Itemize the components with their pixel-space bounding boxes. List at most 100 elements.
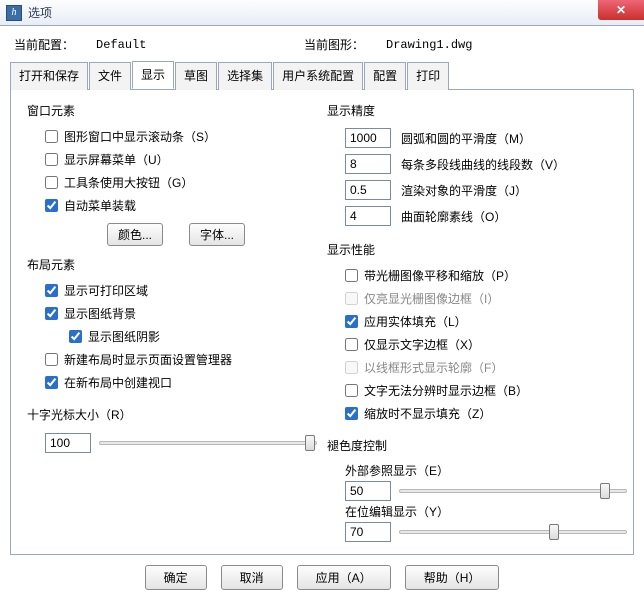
group-precision: 显示精度 bbox=[327, 102, 627, 119]
chk-paper-shadow[interactable]: 显示图纸阴影 bbox=[27, 325, 317, 348]
chk-hide-fill-zoom-box[interactable] bbox=[345, 407, 358, 420]
ok-button[interactable]: 确定 bbox=[145, 565, 207, 590]
chk-auto-menu[interactable]: 自动菜单装载 bbox=[27, 194, 317, 217]
slider-thumb[interactable] bbox=[600, 483, 610, 499]
chk-scrollbars-label: 图形窗口中显示滚动条（S） bbox=[64, 128, 216, 145]
chk-auto-menu-box[interactable] bbox=[45, 199, 58, 212]
current-drawing-value: Drawing1.dwg bbox=[386, 38, 472, 52]
polyline-segs-label: 每条多段线曲线的线段数（V） bbox=[401, 156, 565, 173]
tab-sketch[interactable]: 草图 bbox=[175, 62, 217, 90]
chk-scrollbars[interactable]: 图形窗口中显示滚动条（S） bbox=[27, 125, 317, 148]
group-crosshair: 十字光标大小（R） bbox=[27, 406, 317, 423]
tab-bar: 打开和保存 文件 显示 草图 选择集 用户系统配置 配置 打印 bbox=[10, 61, 634, 90]
chk-hide-fill-zoom[interactable]: 缩放时不显示填充（Z） bbox=[327, 402, 627, 425]
panel-display: 窗口元素 图形窗口中显示滚动条（S） 显示屏幕菜单（U） 工具条使用大按钮（G）… bbox=[10, 90, 634, 555]
xref-fade-input[interactable] bbox=[345, 481, 391, 501]
tab-print[interactable]: 打印 bbox=[407, 62, 449, 90]
chk-large-buttons[interactable]: 工具条使用大按钮（G） bbox=[27, 171, 317, 194]
chk-paper-bg[interactable]: 显示图纸背景 bbox=[27, 302, 317, 325]
help-button[interactable]: 帮助（H） bbox=[405, 565, 500, 590]
tab-selection[interactable]: 选择集 bbox=[218, 62, 272, 90]
slider-track bbox=[99, 441, 317, 445]
render-smooth-label: 渲染对象的平滑度（J） bbox=[401, 182, 527, 199]
titlebar: h 选项 ✕ bbox=[0, 0, 644, 26]
chk-text-frame-label: 仅显示文字边框（X） bbox=[364, 336, 480, 353]
window-title: 选项 bbox=[28, 4, 52, 21]
color-button[interactable]: 颜色... bbox=[107, 223, 163, 246]
current-drawing-label: 当前图形： bbox=[304, 36, 364, 53]
tab-file[interactable]: 文件 bbox=[89, 62, 131, 90]
group-performance: 显示性能 bbox=[327, 241, 627, 258]
surface-lines-input[interactable] bbox=[345, 206, 391, 226]
chk-scrollbars-box[interactable] bbox=[45, 130, 58, 143]
chk-wireframe-silhouette-label: 以线框形式显示轮廓（F） bbox=[364, 359, 503, 376]
arc-smooth-input[interactable] bbox=[345, 128, 391, 148]
font-button[interactable]: 字体... bbox=[189, 223, 245, 246]
chk-hide-fill-zoom-label: 缩放时不显示填充（Z） bbox=[364, 405, 491, 422]
chk-create-viewport[interactable]: 在新布局中创建视口 bbox=[27, 371, 317, 394]
config-row: 当前配置： Default 当前图形： Drawing1.dwg bbox=[10, 32, 634, 61]
chk-paper-bg-box[interactable] bbox=[45, 307, 58, 320]
tab-config[interactable]: 配置 bbox=[364, 62, 406, 90]
apply-button[interactable]: 应用（A） bbox=[297, 565, 391, 590]
chk-solid-fill[interactable]: 应用实体填充（L） bbox=[327, 310, 627, 333]
chk-screen-menu-box[interactable] bbox=[45, 153, 58, 166]
chk-create-viewport-label: 在新布局中创建视口 bbox=[64, 374, 172, 391]
chk-pan-zoom-raster-label: 带光栅图像平移和缩放（P） bbox=[364, 267, 516, 284]
chk-page-setup-mgr-box[interactable] bbox=[45, 353, 58, 366]
xref-fade-label: 外部参照显示（E） bbox=[345, 462, 627, 479]
slider-track bbox=[399, 530, 627, 534]
footer-buttons: 确定 取消 应用（A） 帮助（H） bbox=[10, 555, 634, 596]
xref-fade-slider[interactable] bbox=[399, 482, 627, 500]
chk-printable-area[interactable]: 显示可打印区域 bbox=[27, 279, 317, 302]
app-icon: h bbox=[6, 5, 22, 21]
inplace-fade-slider[interactable] bbox=[399, 523, 627, 541]
polyline-segs-input[interactable] bbox=[345, 154, 391, 174]
chk-paper-shadow-box[interactable] bbox=[69, 330, 82, 343]
close-icon: ✕ bbox=[616, 3, 626, 17]
slider-thumb[interactable] bbox=[549, 524, 559, 540]
chk-cant-resolve-text-box[interactable] bbox=[345, 384, 358, 397]
render-smooth-input[interactable] bbox=[345, 180, 391, 200]
chk-screen-menu[interactable]: 显示屏幕菜单（U） bbox=[27, 148, 317, 171]
chk-highlight-raster: 仅亮显光栅图像边框（I） bbox=[327, 287, 627, 310]
chk-highlight-raster-box bbox=[345, 292, 358, 305]
group-fade: 褪色度控制 bbox=[327, 437, 627, 454]
chk-cant-resolve-text[interactable]: 文字无法分辨时显示边框（B） bbox=[327, 379, 627, 402]
chk-text-frame[interactable]: 仅显示文字边框（X） bbox=[327, 333, 627, 356]
tab-open-save[interactable]: 打开和保存 bbox=[10, 62, 88, 90]
cancel-button[interactable]: 取消 bbox=[221, 565, 283, 590]
chk-solid-fill-box[interactable] bbox=[345, 315, 358, 328]
chk-paper-shadow-label: 显示图纸阴影 bbox=[88, 328, 160, 345]
chk-page-setup-mgr[interactable]: 新建布局时显示页面设置管理器 bbox=[27, 348, 317, 371]
group-layout-elements: 布局元素 bbox=[27, 256, 317, 273]
inplace-fade-label: 在位编辑显示（Y） bbox=[345, 503, 627, 520]
slider-thumb[interactable] bbox=[305, 435, 315, 451]
arc-smooth-label: 圆弧和圆的平滑度（M） bbox=[401, 130, 531, 147]
chk-auto-menu-label: 自动菜单装载 bbox=[64, 197, 136, 214]
chk-printable-area-label: 显示可打印区域 bbox=[64, 282, 148, 299]
chk-pan-zoom-raster[interactable]: 带光栅图像平移和缩放（P） bbox=[327, 264, 627, 287]
chk-pan-zoom-raster-box[interactable] bbox=[345, 269, 358, 282]
group-window-elements: 窗口元素 bbox=[27, 102, 317, 119]
chk-large-buttons-label: 工具条使用大按钮（G） bbox=[64, 174, 193, 191]
chk-screen-menu-label: 显示屏幕菜单（U） bbox=[64, 151, 169, 168]
chk-create-viewport-box[interactable] bbox=[45, 376, 58, 389]
chk-cant-resolve-text-label: 文字无法分辨时显示边框（B） bbox=[364, 382, 528, 399]
current-config-value: Default bbox=[96, 38, 146, 52]
chk-text-frame-box[interactable] bbox=[345, 338, 358, 351]
crosshair-size-input[interactable] bbox=[45, 433, 91, 453]
tab-user-sys[interactable]: 用户系统配置 bbox=[273, 62, 363, 90]
crosshair-size-slider[interactable] bbox=[99, 434, 317, 452]
chk-solid-fill-label: 应用实体填充（L） bbox=[364, 313, 467, 330]
surface-lines-label: 曲面轮廓素线（O） bbox=[401, 208, 506, 225]
inplace-fade-input[interactable] bbox=[345, 522, 391, 542]
chk-printable-area-box[interactable] bbox=[45, 284, 58, 297]
current-config-label: 当前配置： bbox=[14, 36, 74, 53]
close-button[interactable]: ✕ bbox=[598, 0, 644, 20]
chk-large-buttons-box[interactable] bbox=[45, 176, 58, 189]
chk-wireframe-silhouette: 以线框形式显示轮廓（F） bbox=[327, 356, 627, 379]
tab-display[interactable]: 显示 bbox=[132, 61, 174, 89]
chk-highlight-raster-label: 仅亮显光栅图像边框（I） bbox=[364, 290, 499, 307]
slider-track bbox=[399, 489, 627, 493]
